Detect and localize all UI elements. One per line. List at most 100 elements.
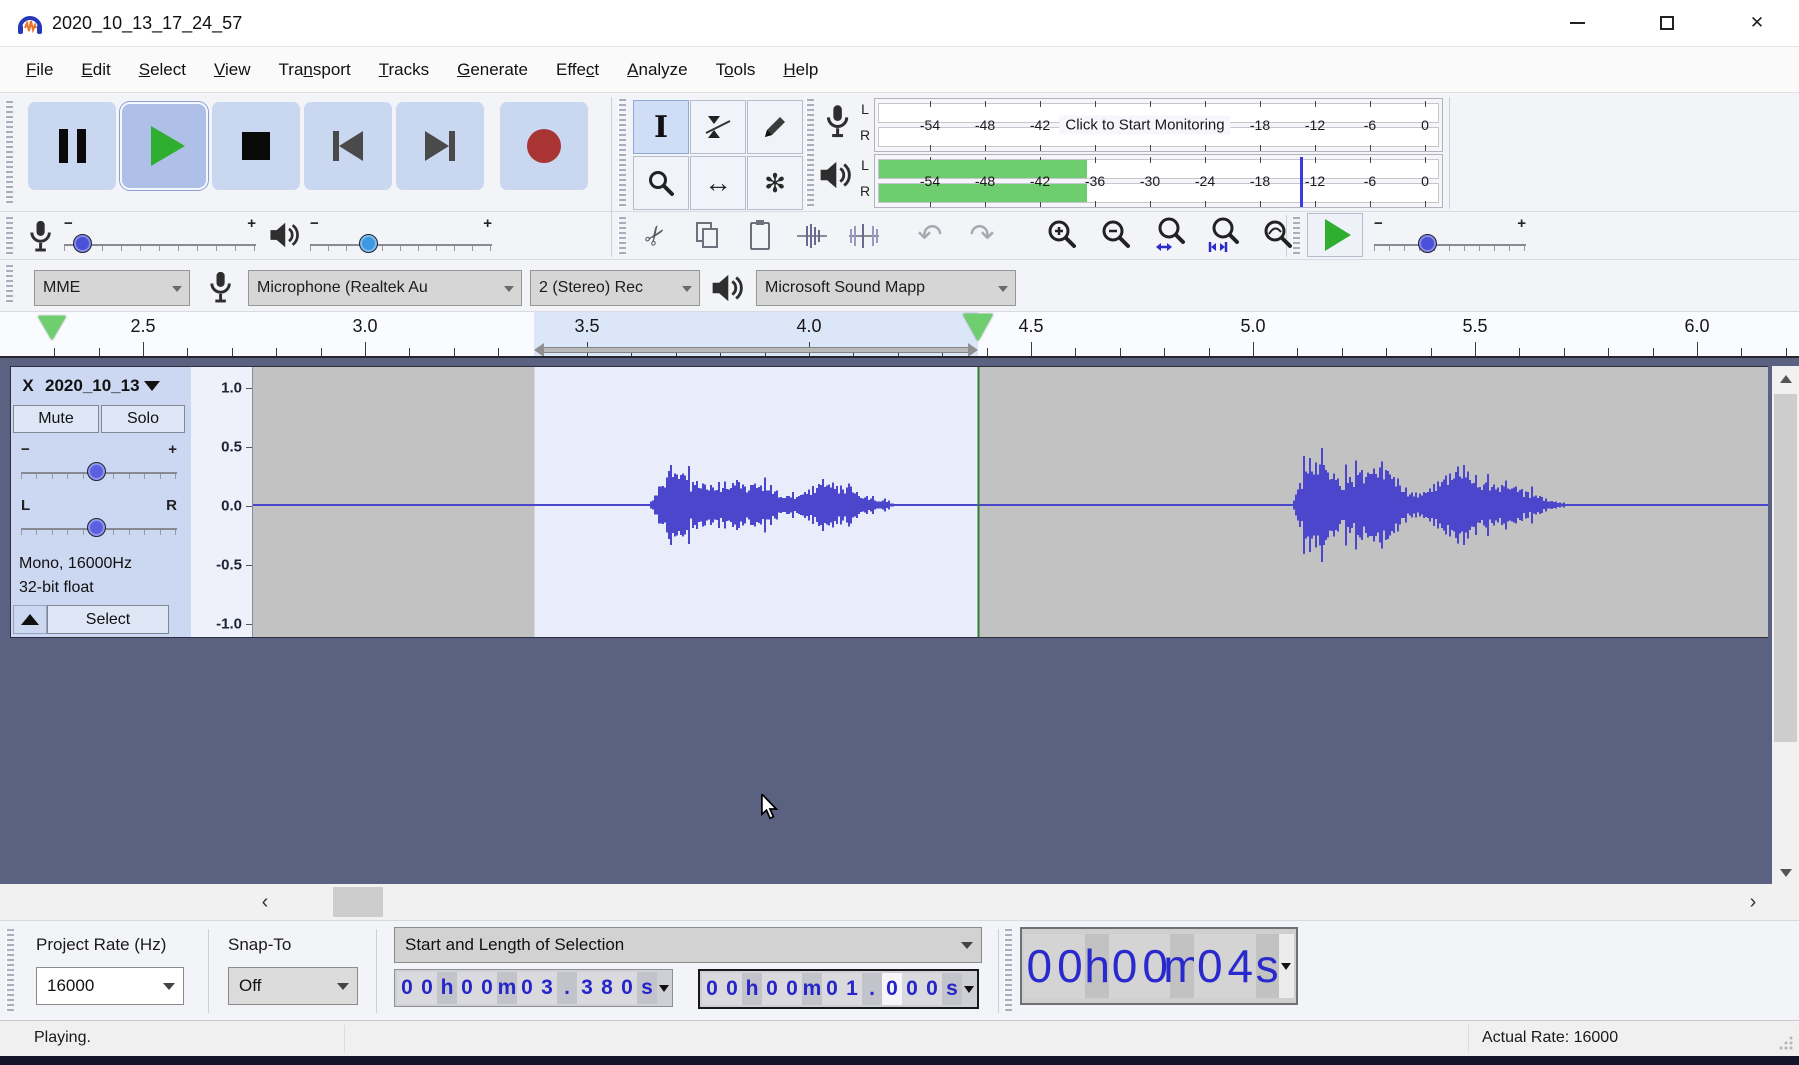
big-time-digit[interactable]: 0 bbox=[1024, 934, 1055, 998]
time-toolbar-grip[interactable] bbox=[1004, 929, 1012, 1013]
time-digit[interactable]: 0 bbox=[722, 973, 742, 1005]
audio-host-dropdown[interactable]: MME bbox=[34, 270, 190, 306]
play-at-speed-button[interactable] bbox=[1307, 213, 1363, 257]
minimize-button[interactable] bbox=[1548, 0, 1606, 46]
time-digit[interactable]: s bbox=[942, 973, 962, 1005]
maximize-button[interactable] bbox=[1638, 0, 1696, 46]
record-button[interactable] bbox=[500, 102, 588, 190]
time-digit[interactable]: 0 bbox=[397, 972, 417, 1004]
scroll-up-button[interactable] bbox=[1772, 366, 1799, 392]
selection-start-time-field[interactable]: 00h00m03.380s bbox=[394, 969, 673, 1007]
menu-help[interactable]: Help bbox=[769, 54, 832, 86]
menu-select[interactable]: Select bbox=[125, 54, 200, 86]
mixer-toolbar-grip[interactable] bbox=[5, 217, 13, 255]
time-digit[interactable]: 0 bbox=[457, 972, 477, 1004]
recording-volume-slider[interactable]: −+ bbox=[62, 215, 258, 255]
quick-play-head-icon[interactable] bbox=[38, 316, 66, 340]
time-digit[interactable]: h bbox=[742, 973, 762, 1005]
undo-button[interactable]: ↶ bbox=[905, 213, 955, 257]
zoom-out-button[interactable] bbox=[1090, 213, 1142, 257]
time-digit[interactable]: . bbox=[557, 972, 577, 1004]
multi-tool-button[interactable]: ✻ bbox=[747, 156, 803, 210]
slider-thumb[interactable] bbox=[359, 234, 378, 253]
play-speed-slider[interactable]: −+ bbox=[1372, 215, 1528, 255]
time-digit[interactable]: 0 bbox=[617, 972, 637, 1004]
menu-generate[interactable]: Generate bbox=[443, 54, 542, 86]
slider-thumb[interactable] bbox=[87, 462, 106, 481]
recording-channels-dropdown[interactable]: 2 (Stereo) Rec bbox=[530, 270, 700, 306]
menu-tools[interactable]: Tools bbox=[702, 54, 770, 86]
time-digit[interactable]: 0 bbox=[922, 973, 942, 1005]
pause-button[interactable] bbox=[28, 102, 116, 190]
time-digit[interactable]: s bbox=[637, 972, 657, 1004]
vertical-scrollbar[interactable] bbox=[1772, 366, 1799, 884]
big-time-digit[interactable]: 0 bbox=[1109, 934, 1140, 998]
playback-meter[interactable]: -54-48-42-36-30-24-18-12-60 bbox=[874, 154, 1443, 208]
menu-analyze[interactable]: Analyze bbox=[613, 54, 701, 86]
horizontal-scrollbar[interactable]: ‹ › bbox=[0, 884, 1799, 920]
time-digit[interactable]: h bbox=[437, 972, 457, 1004]
time-digit[interactable]: 0 bbox=[417, 972, 437, 1004]
time-shift-tool-button[interactable]: ↔ bbox=[690, 156, 746, 210]
mute-button[interactable]: Mute bbox=[13, 405, 99, 433]
time-field-dropdown[interactable] bbox=[657, 972, 670, 1004]
track-title-dropdown[interactable]: 2020_10_13 bbox=[45, 373, 187, 399]
menu-view[interactable]: View bbox=[200, 54, 265, 86]
zoom-in-button[interactable] bbox=[1036, 213, 1088, 257]
menu-file[interactable]: File bbox=[12, 54, 67, 86]
big-time-digit[interactable]: m bbox=[1170, 934, 1194, 998]
vertical-scale-ruler[interactable]: 1.00.50.0-0.5-1.0 bbox=[191, 367, 253, 637]
time-digit[interactable]: 0 bbox=[762, 973, 782, 1005]
recording-meter[interactable]: -54-48-42-18-12-60Click to Start Monitor… bbox=[874, 98, 1443, 152]
fit-project-button[interactable] bbox=[1198, 213, 1250, 257]
time-digit[interactable]: 0 bbox=[902, 973, 922, 1005]
time-digit[interactable]: 0 bbox=[517, 972, 537, 1004]
resize-grip-icon[interactable] bbox=[1778, 1035, 1794, 1051]
time-digit[interactable]: m bbox=[802, 973, 822, 1005]
device-toolbar-grip[interactable] bbox=[5, 265, 13, 305]
time-digit[interactable]: 3 bbox=[537, 972, 557, 1004]
track-close-button[interactable]: X bbox=[15, 373, 41, 399]
time-digit[interactable]: 0 bbox=[782, 973, 802, 1005]
big-time-dropdown[interactable] bbox=[1279, 934, 1294, 998]
time-digit[interactable]: . bbox=[862, 973, 882, 1005]
big-time-digit[interactable]: 0 bbox=[1194, 934, 1225, 998]
monitoring-overlay-text[interactable]: Click to Start Monitoring bbox=[1059, 116, 1230, 135]
tools-toolbar-grip[interactable] bbox=[618, 99, 626, 209]
selection-start-arrow-icon[interactable] bbox=[534, 343, 544, 357]
trim-audio-button[interactable] bbox=[787, 215, 837, 257]
playback-volume-slider[interactable]: −+ bbox=[308, 215, 494, 255]
zoom-toggle-button[interactable] bbox=[1252, 213, 1304, 257]
snap-to-dropdown[interactable]: Off bbox=[228, 967, 358, 1005]
big-time-digit[interactable]: 0 bbox=[1055, 934, 1086, 998]
meter-toolbar-grip[interactable] bbox=[806, 99, 814, 209]
menu-effect[interactable]: Effect bbox=[542, 54, 613, 86]
copy-button[interactable] bbox=[683, 215, 733, 257]
selection-tool-button[interactable]: I bbox=[633, 100, 689, 154]
scroll-left-button[interactable]: ‹ bbox=[248, 884, 282, 920]
selection-toolbar-grip[interactable] bbox=[6, 929, 14, 1013]
project-rate-dropdown[interactable]: 16000 bbox=[36, 967, 184, 1005]
time-digit[interactable]: 3 bbox=[577, 972, 597, 1004]
time-digit[interactable]: 0 bbox=[702, 973, 722, 1005]
track-collapse-button[interactable] bbox=[13, 605, 47, 634]
selection-mode-dropdown[interactable]: Start and Length of Selection bbox=[394, 927, 982, 963]
time-digit[interactable]: m bbox=[497, 972, 517, 1004]
playhead-triangle-icon[interactable] bbox=[963, 314, 993, 341]
horizontal-scrollbar-thumb[interactable] bbox=[333, 887, 383, 917]
recording-device-dropdown[interactable]: Microphone (Realtek Au bbox=[248, 270, 522, 306]
silence-audio-button[interactable] bbox=[839, 215, 889, 257]
slider-thumb[interactable] bbox=[1418, 234, 1437, 253]
play-button[interactable] bbox=[120, 102, 208, 190]
time-digit[interactable]: 0 bbox=[822, 973, 842, 1005]
slider-thumb[interactable] bbox=[87, 518, 106, 537]
big-time-digit[interactable]: 4 bbox=[1225, 934, 1256, 998]
big-time-digit[interactable]: s bbox=[1256, 934, 1279, 998]
track-area[interactable]: X 2020_10_13 Mute Solo −+ LR Mono, 16000… bbox=[0, 358, 1799, 884]
track-gain-slider[interactable]: −+ bbox=[19, 441, 179, 483]
draw-tool-button[interactable] bbox=[747, 100, 803, 154]
menu-transport[interactable]: Transport bbox=[265, 54, 365, 86]
envelope-tool-button[interactable] bbox=[690, 100, 746, 154]
menu-tracks[interactable]: Tracks bbox=[365, 54, 443, 86]
scroll-down-button[interactable] bbox=[1772, 860, 1799, 884]
